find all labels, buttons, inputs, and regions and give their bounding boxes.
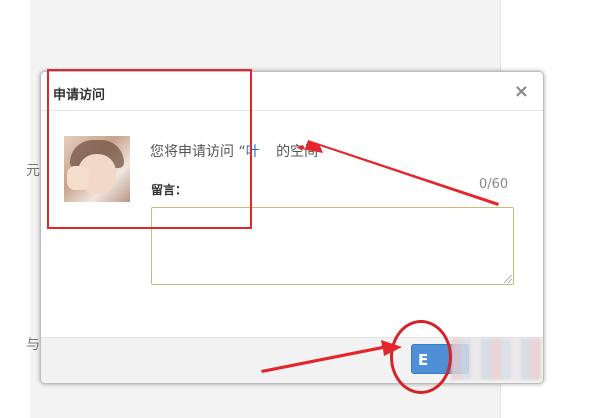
arrow-to-confirm-button bbox=[261, 340, 402, 373]
annotation-arrows bbox=[261, 140, 499, 373]
arrow-to-owner-name bbox=[296, 140, 499, 206]
